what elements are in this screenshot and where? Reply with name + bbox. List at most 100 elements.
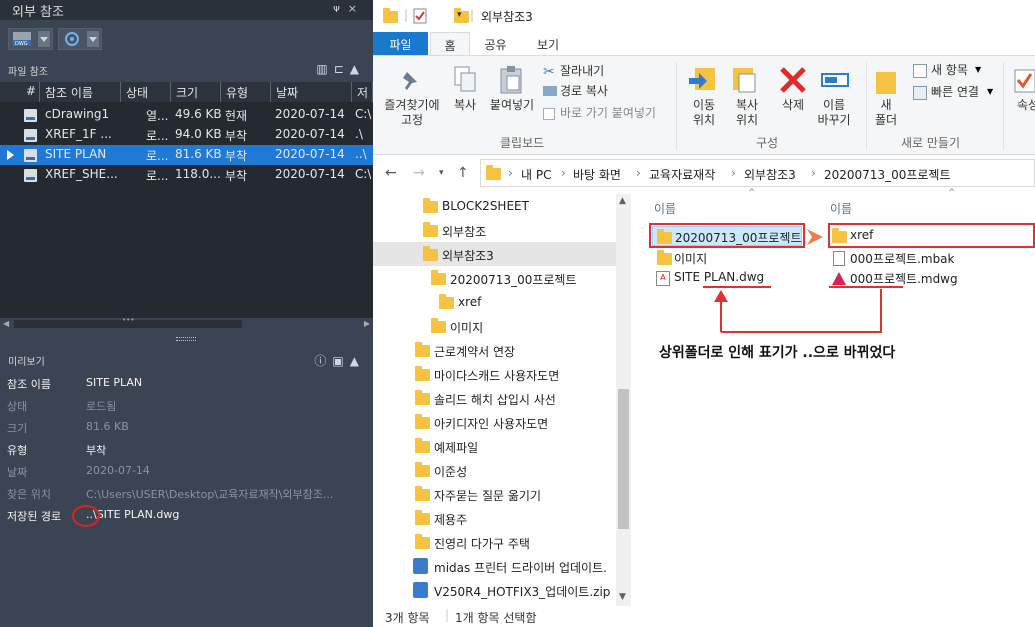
- move-to-button[interactable]: 이동 위치: [679, 98, 729, 128]
- tree-item[interactable]: 솔리드 해치 삽입시 사선: [373, 386, 616, 410]
- xref-row[interactable]: XREF_SHE... 로... 118.0... 부착 2020-07-14 …: [0, 165, 373, 185]
- horizontal-scrollbar[interactable]: ◀ ••• ▶: [0, 316, 373, 330]
- pin-to-quick-access-button[interactable]: 즐겨찾기에 고정: [377, 98, 447, 128]
- tree-item[interactable]: BLOCK2SHEET: [373, 194, 616, 218]
- preview-image-icon[interactable]: ▣: [332, 354, 349, 368]
- tree-item[interactable]: 20200713_00프로젝트: [373, 266, 616, 290]
- pin-icon[interactable]: ᴪ: [333, 2, 348, 15]
- xref-row[interactable]: XREF_1F ... 로... 94.0 KB 부착 2020-07-14 .…: [0, 125, 373, 145]
- tab-view[interactable]: 보기: [523, 32, 573, 55]
- close-icon[interactable]: ×: [348, 2, 365, 15]
- breadcrumb[interactable]: › 내 PC › 바탕 화면 › 교육자료재작 › 외부참조3 › 202007…: [480, 159, 1035, 187]
- xref-row[interactable]: cDrawing1 열... 49.6 KB 현재 2020-07-14 C:\: [0, 105, 373, 125]
- up-arrow-icon[interactable]: ↑: [457, 165, 469, 181]
- chevron-right-icon[interactable]: ›: [561, 166, 566, 180]
- tree-item[interactable]: 이미지: [373, 314, 616, 338]
- attach-dwg-button[interactable]: DWG: [8, 28, 53, 50]
- tree-view-icon[interactable]: ⊏: [334, 62, 350, 76]
- tree-item-selected[interactable]: 외부참조3: [373, 242, 616, 266]
- tree-item[interactable]: 예제파일: [373, 434, 616, 458]
- col-header-index[interactable]: #: [0, 82, 40, 102]
- chevron-right-icon[interactable]: ›: [811, 166, 816, 180]
- tree-item[interactable]: xref: [373, 290, 616, 314]
- crumb-folder[interactable]: 교육자료재작: [649, 166, 715, 183]
- recent-dropdown-icon[interactable]: ▾: [439, 168, 444, 178]
- chevron-right-icon[interactable]: ›: [636, 166, 641, 180]
- file-item[interactable]: A SITE PLAN.dwg: [654, 268, 794, 288]
- chevron-down-icon[interactable]: [38, 31, 50, 47]
- splitter-grip[interactable]: [176, 337, 196, 341]
- easy-access-button[interactable]: 빠른 연결: [931, 85, 979, 100]
- delete-icon: [780, 67, 806, 93]
- col-header-size[interactable]: 크기: [171, 82, 221, 102]
- forward-arrow-icon[interactable]: →: [413, 165, 425, 181]
- cut-button[interactable]: 잘라내기: [560, 64, 604, 79]
- file-item[interactable]: 000프로젝트.mdwg: [830, 268, 990, 288]
- chevron-down-icon[interactable]: ▼: [975, 65, 981, 74]
- scroll-up-icon[interactable]: ▲: [619, 196, 626, 206]
- crumb-folder[interactable]: 외부참조3: [744, 166, 796, 183]
- delete-button[interactable]: 삭제: [775, 98, 811, 113]
- list-view-icon[interactable]: ▥: [316, 62, 333, 76]
- copy-to-button[interactable]: 복사 위치: [723, 98, 771, 128]
- paste-button[interactable]: 붙여넣기: [485, 98, 539, 113]
- paste-shortcut-button[interactable]: 바로 가기 붙여넣기: [560, 106, 656, 121]
- detail-value[interactable]: SITE PLAN: [86, 376, 370, 389]
- tree-item[interactable]: 근로계약서 연장: [373, 338, 616, 362]
- scrollbar-thumb[interactable]: [618, 389, 629, 529]
- collapse-icon[interactable]: ▲: [350, 354, 365, 368]
- tree-item[interactable]: 이준성: [373, 458, 616, 482]
- tree-item[interactable]: 외부참조: [373, 218, 616, 242]
- scrollbar-thumb[interactable]: •••: [14, 316, 242, 328]
- file-item[interactable]: 이미지: [654, 248, 794, 268]
- copy-button[interactable]: 복사: [449, 98, 481, 113]
- dwg-file-icon: A: [656, 271, 670, 286]
- chevron-right-icon[interactable]: ›: [731, 166, 736, 180]
- properties-button[interactable]: 속성: [1017, 98, 1035, 113]
- detail-row: 참조 이름 SITE PLAN: [0, 372, 373, 394]
- details-info-icon[interactable]: ⓘ: [314, 354, 332, 368]
- file-item[interactable]: 000프로젝트.mbak: [830, 248, 990, 268]
- rename-button[interactable]: 이름 바꾸기: [811, 98, 857, 128]
- col-header-type[interactable]: 유형: [221, 82, 271, 102]
- refresh-button[interactable]: [58, 28, 102, 50]
- tree-item[interactable]: 제용주: [373, 506, 616, 530]
- crumb-pc[interactable]: 내 PC: [521, 166, 551, 183]
- chevron-right-icon[interactable]: ›: [508, 166, 513, 180]
- detail-row: 저장된 경로 ..\SITE PLAN.dwg: [0, 504, 373, 526]
- crumb-current[interactable]: 20200713_00프로젝트: [824, 166, 951, 183]
- tree-scrollbar[interactable]: ▲ ▼: [616, 194, 631, 606]
- col-header-name[interactable]: 참조 이름: [40, 82, 121, 102]
- column-header-name[interactable]: 이름: [654, 200, 676, 217]
- column-header-name[interactable]: 이름: [830, 200, 852, 217]
- tree-item[interactable]: 진영리 다가구 주택: [373, 530, 616, 554]
- properties-check-icon[interactable]: [413, 8, 427, 24]
- tree-item[interactable]: 마이다스캐드 사용자도면: [373, 362, 616, 386]
- tab-share[interactable]: 공유: [473, 32, 518, 55]
- new-item-button[interactable]: 새 항목: [931, 63, 968, 78]
- copy-path-button[interactable]: 경로 복사: [560, 84, 608, 99]
- xref-row-selected[interactable]: SITE PLAN 로... 81.6 KB 부착 2020-07-14 ..\: [0, 145, 373, 165]
- collapse-icon[interactable]: ▲: [350, 62, 365, 76]
- chevron-down-icon[interactable]: ▼: [987, 87, 993, 96]
- scroll-right-icon[interactable]: ▶: [364, 319, 370, 328]
- tree-item[interactable]: V250R4_HOTFIX3_업데이트.zip: [373, 578, 616, 602]
- col-header-date[interactable]: 날짜: [271, 82, 352, 102]
- crumb-desktop[interactable]: 바탕 화면: [573, 166, 621, 183]
- tab-file[interactable]: 파일: [373, 32, 428, 55]
- new-folder-button[interactable]: 새 폴더: [870, 98, 902, 128]
- tree-item[interactable]: midas 프린터 드라이버 업데이트.: [373, 554, 616, 578]
- col-header-status[interactable]: 상태: [121, 82, 171, 102]
- tab-home[interactable]: 홈: [430, 32, 470, 55]
- saved-path-value[interactable]: ..\SITE PLAN.dwg: [86, 508, 370, 521]
- col-header-path[interactable]: 저: [352, 82, 373, 102]
- back-arrow-icon[interactable]: ←: [385, 165, 397, 181]
- chevron-down-icon[interactable]: [87, 31, 99, 47]
- scroll-down-icon[interactable]: ▼: [619, 592, 626, 602]
- detail-value[interactable]: 부착: [86, 442, 370, 458]
- tree-item[interactable]: 자주묻는 질문 옮기기: [373, 482, 616, 506]
- row-status: 로...: [146, 169, 168, 183]
- customize-dropdown-icon[interactable]: ▾: [457, 10, 462, 20]
- tree-item[interactable]: 아키디자인 사용자도면: [373, 410, 616, 434]
- scroll-left-icon[interactable]: ◀: [3, 319, 9, 328]
